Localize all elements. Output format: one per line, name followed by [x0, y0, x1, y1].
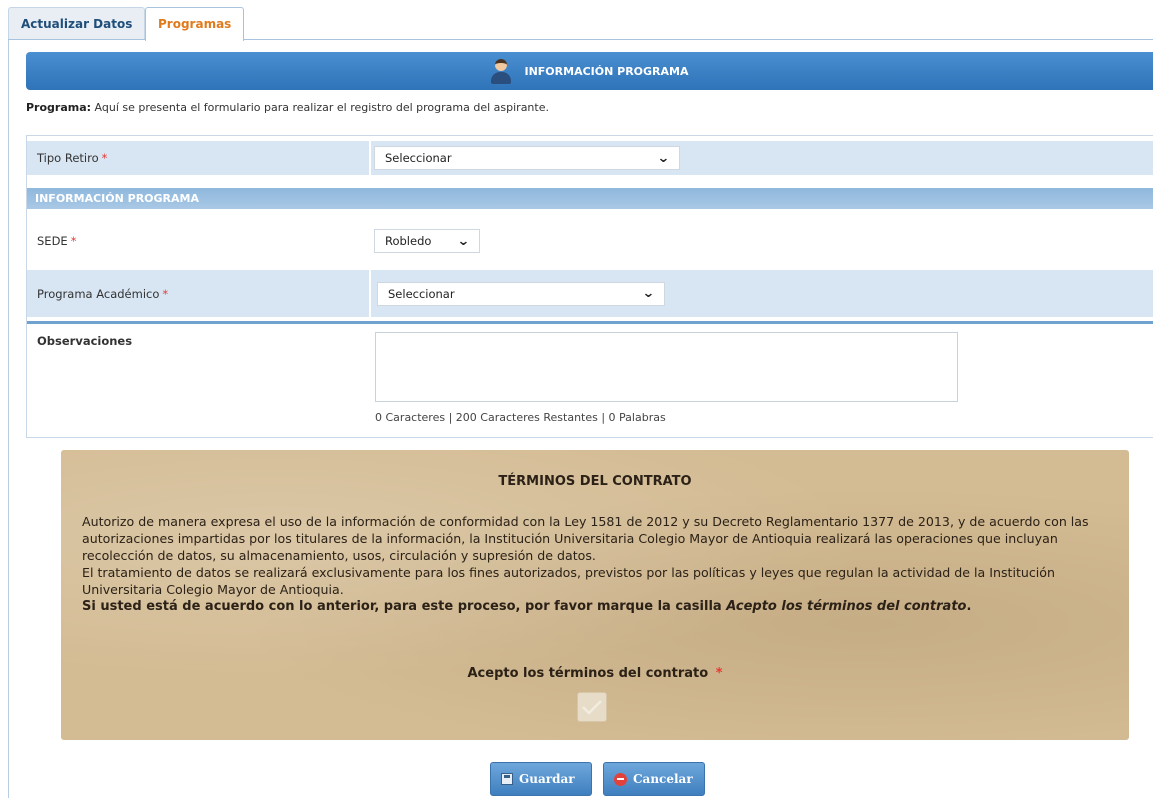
programa-select[interactable]: Seleccionar ⌄ [377, 281, 665, 306]
content-left-border [8, 40, 9, 798]
contract-paragraph-2: El tratamiento de datos se realizará exc… [82, 565, 1055, 597]
tab-actualizar-datos[interactable]: Actualizar Datos [8, 7, 146, 39]
chevron-down-icon: ⌄ [457, 233, 471, 249]
character-counter: 0 Caracteres | 200 Caracteres Restantes … [375, 411, 666, 424]
programa-label: Programa Académico * [27, 270, 369, 317]
form-row-programa: Programa Académico * Seleccionar ⌄ [27, 270, 1153, 317]
observaciones-textarea[interactable] [375, 332, 958, 402]
form-row-tipo-retiro: Tipo Retiro * Seleccionar ⌄ [27, 141, 1153, 175]
section-header: INFORMACIÓN PROGRAMA [26, 52, 1153, 90]
chevron-down-icon: ⌄ [657, 150, 671, 166]
required-asterisk: * [70, 234, 77, 248]
sede-select[interactable]: Robledo ⌄ [374, 229, 480, 253]
tipo-retiro-select[interactable]: Seleccionar ⌄ [374, 146, 680, 170]
tipo-retiro-value: Seleccionar [385, 151, 452, 165]
contract-instruction: Si usted está de acuerdo con lo anterior… [82, 599, 972, 614]
cancel-button[interactable]: Cancelar [603, 762, 705, 796]
program-info-subheader: INFORMACIÓN PROGRAMA [27, 188, 1153, 209]
user-icon [490, 58, 512, 84]
section-header-title: INFORMACIÓN PROGRAMA [524, 64, 689, 78]
accept-terms-label: Acepto los términos del contrato * [467, 666, 723, 681]
floppy-disk-icon [501, 773, 513, 785]
save-button-label: Guardar [519, 772, 575, 786]
accept-terms-checkbox[interactable] [577, 692, 607, 722]
contract-terms-panel: TÉRMINOS DEL CONTRATO Autorizo de manera… [61, 450, 1129, 740]
tab-programas[interactable]: Programas [145, 7, 245, 41]
tab-bar: Actualizar Datos Programas [8, 6, 1153, 41]
observaciones-label: Observaciones [37, 334, 133, 348]
row-separator [27, 321, 1153, 324]
required-asterisk: * [101, 151, 108, 165]
save-button[interactable]: Guardar [490, 762, 592, 796]
cancel-icon [614, 772, 627, 786]
contract-body: Autorizo de manera expresa el uso de la … [82, 513, 1108, 615]
program-form: Tipo Retiro * Seleccionar ⌄ INFORMACIÓN P… [26, 135, 1153, 438]
required-asterisk: * [162, 286, 169, 301]
tipo-retiro-label: Tipo Retiro * [27, 141, 369, 175]
required-asterisk: * [715, 666, 723, 681]
description-text: Aquí se presenta el formulario para real… [91, 101, 549, 114]
contract-paragraph-1: Autorizo de manera expresa el uso de la … [82, 514, 1089, 563]
contract-title: TÉRMINOS DEL CONTRATO [498, 474, 692, 489]
sede-value: Robledo [385, 234, 432, 248]
page-description: Programa: Aquí se presenta el formulario… [26, 101, 549, 114]
chevron-down-icon: ⌄ [642, 286, 656, 301]
form-row-sede: SEDE * Robledo ⌄ [27, 224, 1153, 258]
description-label: Programa: [26, 101, 92, 114]
check-icon [582, 700, 602, 715]
cancel-button-label: Cancelar [633, 772, 693, 786]
sede-label: SEDE * [37, 234, 77, 248]
programa-value: Seleccionar [388, 286, 455, 301]
